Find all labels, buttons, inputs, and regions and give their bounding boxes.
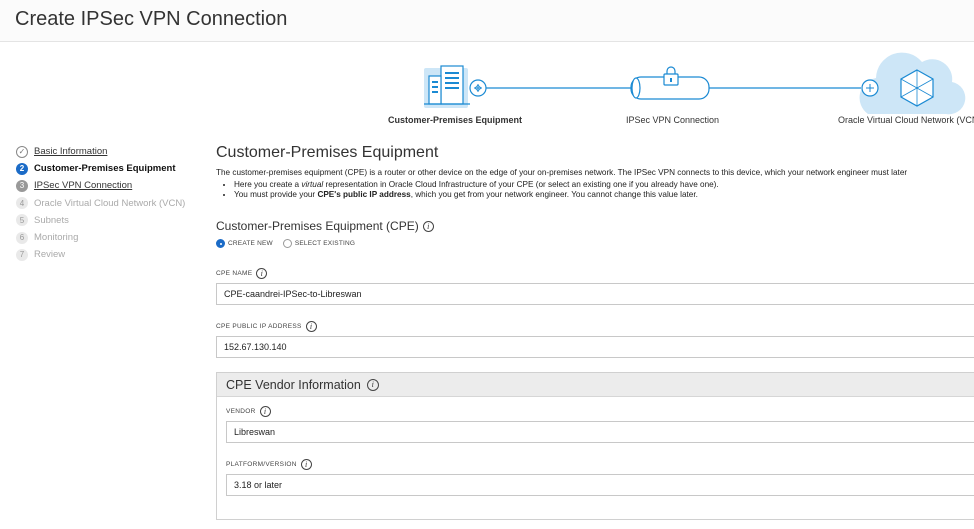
info-icon[interactable]: i <box>300 459 312 470</box>
cpe-name-label: CPE NAME i <box>216 268 268 279</box>
step-label: Review <box>34 249 66 261</box>
bullet-strong: CPE's public IP address <box>317 189 411 199</box>
section-intro: The customer-premises equipment (CPE) is… <box>216 168 908 177</box>
wizard-steps: ✓ Basic Information 2 Customer-Premises … <box>16 143 206 263</box>
step-ipsec-vpn-connection[interactable]: 3 IPSec VPN Connection <box>16 177 206 194</box>
vendor-heading: CPE Vendor Information <box>226 377 361 392</box>
step-review: 7 Review <box>16 246 206 263</box>
bullet-text: Here you create a <box>234 180 302 189</box>
bullet-text: You must provide your <box>234 189 318 199</box>
cpe-heading-text: Customer-Premises Equipment (CPE) <box>216 219 419 233</box>
step-label[interactable]: Basic Information <box>34 144 107 159</box>
page-title: Create IPSec VPN Connection <box>15 8 288 30</box>
cpe-ip-input[interactable] <box>216 336 974 358</box>
vendor-info-panel: CPE Vendor Informationi VENDORi PLATFORM… <box>216 372 974 520</box>
section-bullets: Here you create a virtual representation… <box>216 180 974 199</box>
step-label[interactable]: IPSec VPN Connection <box>34 178 132 193</box>
cpe-name-input[interactable] <box>216 283 974 305</box>
info-icon[interactable]: i <box>259 406 271 417</box>
checkmark-icon: ✓ <box>16 145 28 158</box>
cpe-building-icon <box>424 65 470 108</box>
radio-unselected-icon[interactable] <box>282 239 292 248</box>
bullet-emphasis: virtual <box>301 180 324 189</box>
step-number: 3 <box>16 179 28 192</box>
vendor-select[interactable] <box>226 421 974 443</box>
field-label-text: VENDOR <box>226 408 256 415</box>
step-label: Subnets <box>34 214 69 226</box>
info-icon[interactable]: i <box>256 268 268 279</box>
field-label-text: PLATFORM/VERSION <box>226 461 297 468</box>
page-header: Create IPSec VPN Connection <box>0 0 974 42</box>
cpe-mode-radios: CREATE NEW SELECT EXISTING <box>216 239 365 248</box>
info-icon[interactable]: i <box>422 221 434 233</box>
radio-label: CREATE NEW <box>228 240 273 247</box>
diagram-label-ipsec: IPSec VPN Connection <box>626 115 720 125</box>
step-number: 7 <box>16 248 28 261</box>
step-monitoring: 6 Monitoring <box>16 229 206 246</box>
radio-label: SELECT EXISTING <box>294 240 356 247</box>
step-subnets: 5 Subnets <box>16 212 206 229</box>
vcn-cloud-icon <box>859 52 966 115</box>
step-number: 4 <box>16 197 28 210</box>
step-label: Customer-Premises Equipment <box>34 163 176 175</box>
cpe-ip-label: CPE PUBLIC IP ADDRESS i <box>216 321 317 332</box>
cpe-heading: Customer-Premises Equipment (CPE) i <box>216 219 434 233</box>
step-number: 2 <box>16 162 28 175</box>
step-number: 6 <box>16 231 28 244</box>
section-title: Customer-Premises Equipment <box>216 144 439 161</box>
vendor-label: VENDOR i <box>226 406 271 417</box>
step-number: 5 <box>16 214 28 227</box>
info-icon[interactable]: i <box>305 321 317 332</box>
radio-create-new[interactable]: CREATE NEW <box>216 239 273 248</box>
bullet-virtual-representation: Here you create a virtual representation… <box>234 180 974 190</box>
diagram-label-vcn: Oracle Virtual Cloud Network (VCN) <box>838 115 974 125</box>
step-label: Oracle Virtual Cloud Network (VCN) <box>34 197 186 209</box>
radio-select-existing[interactable]: SELECT EXISTING <box>282 239 356 248</box>
field-label-text: CPE PUBLIC IP ADDRESS <box>216 323 302 330</box>
step-customer-premises-equipment: 2 Customer-Premises Equipment <box>16 160 206 177</box>
main-form: Customer-Premises Equipment The customer… <box>216 144 974 199</box>
bullet-public-ip: You must provide your CPE's public IP ad… <box>234 190 974 200</box>
step-label: Monitoring <box>34 232 79 244</box>
diagram-label-cpe: Customer-Premises Equipment <box>388 115 523 125</box>
field-label-text: CPE NAME <box>216 270 253 277</box>
platform-label: PLATFORM/VERSION i <box>226 459 312 470</box>
ipsec-tunnel-icon <box>630 66 710 100</box>
bullet-text: , which you get from your network engine… <box>410 189 698 199</box>
platform-select[interactable] <box>226 474 974 496</box>
bullet-text: representation in Oracle Cloud Infrastru… <box>323 180 719 189</box>
info-icon[interactable]: i <box>366 378 379 391</box>
topology-diagram: Customer-Premises Equipment IPSec VPN Co… <box>0 42 974 132</box>
vendor-panel-header: CPE Vendor Information i <box>217 373 974 397</box>
radio-selected-icon[interactable] <box>216 239 225 248</box>
step-basic-information[interactable]: ✓ Basic Information <box>16 143 206 160</box>
step-oracle-vcn: 4 Oracle Virtual Cloud Network (VCN) <box>16 195 206 212</box>
cpe-router-icon <box>469 79 487 97</box>
